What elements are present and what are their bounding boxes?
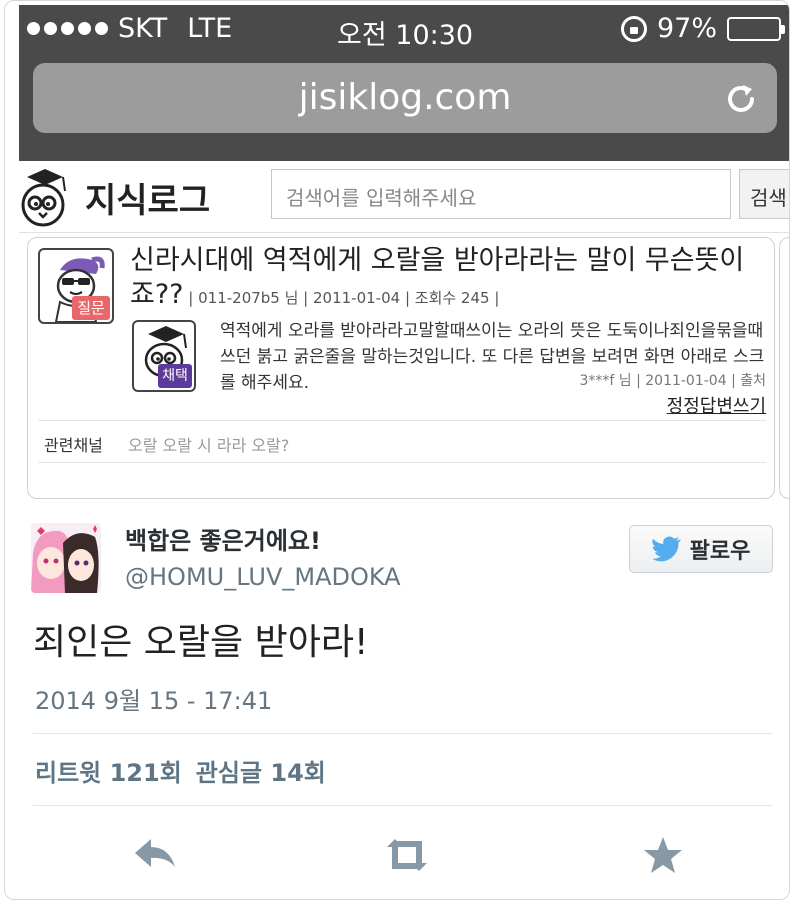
questioner-avatar: 질문 (38, 248, 114, 324)
site-logo-text[interactable]: 지식로그 (85, 173, 210, 222)
network-type: LTE (187, 13, 233, 44)
divider (33, 733, 773, 734)
answer-meta: 3***f 님 | 2011-01-04 | 출처 (579, 373, 766, 389)
tweet-actions (5, 833, 789, 877)
question-title[interactable]: 신라시대에 역적에게 오랄을 받아라라는 말이 무슨뜻이죠?? | 011-20… (130, 244, 770, 315)
favorite-count[interactable]: 관심글 14회 (196, 753, 326, 788)
signal-strength-icon (27, 22, 108, 35)
search-input[interactable]: 검색어를 입력해주세요 (271, 169, 731, 219)
reload-icon[interactable] (721, 79, 761, 119)
rotation-lock-icon (620, 15, 647, 42)
favorite-star-icon[interactable] (639, 833, 687, 877)
reply-icon[interactable] (131, 833, 179, 877)
embedded-screenshot: SKT LTE 오전 10:30 97% jisiklog.com 지식로그 검… (19, 5, 789, 499)
url-text: jisiklog.com (298, 77, 512, 118)
answerer-avatar: 채택 (132, 320, 196, 392)
avatar[interactable] (31, 523, 101, 593)
search-button[interactable]: 검색 (739, 169, 789, 219)
browser-toolbar: jisiklog.com (19, 53, 789, 161)
card-divider (38, 420, 766, 421)
accepted-badge: 채택 (158, 364, 192, 388)
display-name[interactable]: 백합은 좋은거에요! (125, 521, 321, 556)
question-badge: 질문 (72, 296, 110, 320)
tweet-text: 죄인은 오랄을 받아라! (33, 622, 369, 663)
follow-label: 팔로우 (689, 539, 751, 564)
address-bar[interactable]: jisiklog.com (33, 63, 777, 133)
question-card: 질문 신라시대에 역적에게 오랄을 받아라라는 말이 무슨뜻이죠?? | 011… (27, 237, 775, 499)
write-correction-link[interactable]: 정정답변쓰기 (667, 392, 766, 418)
tweet-stats: 리트윗 121회 관심글 14회 (35, 753, 326, 788)
battery-percent: 97% (656, 13, 717, 44)
next-card-edge (779, 237, 789, 499)
retweet-count[interactable]: 리트윗 121회 (35, 753, 182, 788)
carrier-name: SKT (118, 13, 168, 44)
status-bar: SKT LTE 오전 10:30 97% (19, 5, 789, 53)
owl-logo-icon (21, 169, 66, 227)
site-header: 지식로그 검색어를 입력해주세요 검색 (19, 161, 789, 233)
card-divider (38, 462, 766, 463)
status-time: 오전 10:30 (337, 20, 474, 51)
question-meta: | 011-207b5 님 | 2011-01-04 | 조회수 245 | (183, 289, 500, 307)
battery-icon (727, 16, 785, 41)
related-channel-value[interactable]: 오랄 오랄 시 라라 오랄? (128, 432, 289, 456)
related-channel-label: 관련채널 (44, 436, 103, 455)
follow-button[interactable]: 팔로우 (629, 525, 773, 573)
twitter-bird-icon (651, 536, 681, 562)
user-handle[interactable]: @HOMU_LUV_MADOKA (125, 563, 401, 591)
tweet-card: SKT LTE 오전 10:30 97% jisiklog.com 지식로그 검… (4, 0, 790, 900)
anime-avatar-icon (31, 523, 101, 593)
tweet-timestamp[interactable]: 2014 9월 15 - 17:41 (35, 681, 272, 716)
divider (33, 805, 773, 806)
retweet-icon[interactable] (383, 833, 431, 877)
